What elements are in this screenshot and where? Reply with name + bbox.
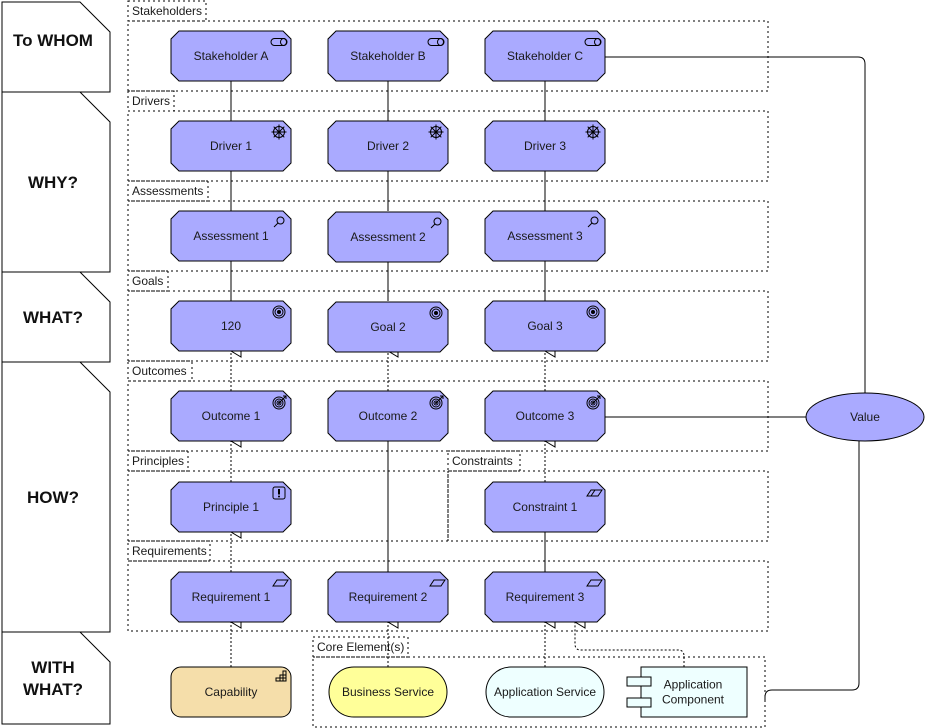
node-outcome-2[interactable]: Outcome 2 [327, 390, 449, 442]
target-icon [429, 306, 443, 320]
node-label: Outcome 2 [359, 409, 418, 423]
realization-edge [574, 615, 685, 667]
node-business-service[interactable]: Business Service [328, 666, 448, 718]
node-stakeholder-b[interactable]: Stakeholder B [327, 30, 449, 82]
row-header-what: WHAT? [1, 271, 111, 363]
node-driver-3[interactable]: Driver 3 [484, 120, 606, 172]
driver-wheel-icon [428, 124, 444, 140]
node-assessment-3[interactable]: Assessment 3 [484, 210, 606, 262]
node-label: Stakeholder C [507, 49, 583, 63]
node-assessment-1[interactable]: Assessment 1 [170, 210, 292, 262]
node-label: Driver 2 [367, 139, 409, 153]
node-goal-2[interactable]: Goal 2 [327, 301, 449, 353]
row-header-label: WHAT? [23, 308, 83, 327]
node-label: Requirement 2 [349, 590, 428, 604]
node-goal-1[interactable]: 120 [170, 300, 292, 352]
row-header-why: WHY? [1, 91, 111, 273]
group-label: Outcomes [132, 364, 187, 378]
node-application-service[interactable]: Application Service [485, 666, 605, 718]
node-label: Requirement 3 [506, 590, 585, 604]
node-outcome-3[interactable]: Outcome 3 [484, 390, 606, 442]
node-application-component[interactable]: ApplicationComponent [626, 666, 748, 718]
node-label: Goal 2 [370, 320, 406, 334]
node-driver-2[interactable]: Driver 2 [327, 120, 449, 172]
group-label: Core Element(s) [317, 640, 404, 654]
node-label: Constraint 1 [513, 500, 578, 514]
node-label: Application [664, 678, 723, 692]
node-driver-1[interactable]: Driver 1 [170, 120, 292, 172]
group-label: Stakeholders [132, 4, 202, 18]
association-edge [605, 56, 866, 393]
node-label: Value [850, 410, 880, 424]
association-edge [764, 441, 860, 700]
node-principle-1[interactable]: Principle 1 [170, 481, 292, 533]
node-goal-3[interactable]: Goal 3 [484, 300, 606, 352]
node-value[interactable]: Value [805, 392, 925, 442]
node-requirement-3[interactable]: Requirement 3 [484, 571, 606, 623]
group-label: Assessments [132, 184, 203, 198]
node-label: Capability [205, 685, 258, 699]
node-requirement-1[interactable]: Requirement 1 [170, 571, 292, 623]
node-stakeholder-a[interactable]: Stakeholder A [170, 30, 292, 82]
architecture-diagram: To WHOM WHY? WHAT? HOW? WITH WHAT? Stakeholde… [1, 0, 925, 728]
node-label: Stakeholder A [194, 49, 269, 63]
node-label: Assessment 1 [193, 229, 269, 243]
node-label: Component [662, 693, 725, 707]
row-header-to-whom: To WHOM [1, 1, 111, 93]
node-label: 120 [221, 319, 241, 333]
group-label: Drivers [132, 94, 170, 108]
node-label: Assessment 3 [507, 229, 583, 243]
node-label: Assessment 2 [350, 230, 426, 244]
node-label: Driver 1 [210, 139, 252, 153]
row-header-label: HOW? [27, 488, 79, 507]
row-header-label: To WHOM [13, 31, 93, 50]
row-header-how: HOW? [1, 361, 111, 633]
target-icon [272, 305, 286, 319]
driver-wheel-icon [271, 124, 287, 140]
row-header-label: WHAT? [23, 680, 83, 699]
node-label: Stakeholder B [350, 49, 425, 63]
group-label: Requirements [132, 544, 207, 558]
node-label: Outcome 3 [516, 409, 575, 423]
node-label: Outcome 1 [202, 409, 261, 423]
group-label: Constraints [452, 454, 513, 468]
node-assessment-2[interactable]: Assessment 2 [327, 211, 449, 263]
node-capability[interactable]: Capability [170, 666, 292, 718]
row-header-label: WITH [31, 658, 74, 677]
node-label: Principle 1 [203, 500, 259, 514]
node-constraint-1[interactable]: Constraint 1 [484, 481, 606, 533]
group-label: Goals [132, 274, 163, 288]
node-requirement-2[interactable]: Requirement 2 [327, 571, 449, 623]
node-label: Driver 3 [524, 139, 566, 153]
driver-wheel-icon [585, 124, 601, 140]
row-header-label: WHY? [28, 173, 78, 192]
target-icon [586, 305, 600, 319]
node-label: Business Service [342, 685, 434, 699]
node-label: Goal 3 [527, 319, 563, 333]
group-label: Principles [132, 454, 184, 468]
node-outcome-1[interactable]: Outcome 1 [170, 390, 292, 442]
node-stakeholder-c[interactable]: Stakeholder C [484, 30, 606, 82]
node-label: Application Service [494, 685, 596, 699]
row-header-with-what: WITH WHAT? [1, 631, 111, 725]
node-label: Requirement 1 [192, 590, 271, 604]
